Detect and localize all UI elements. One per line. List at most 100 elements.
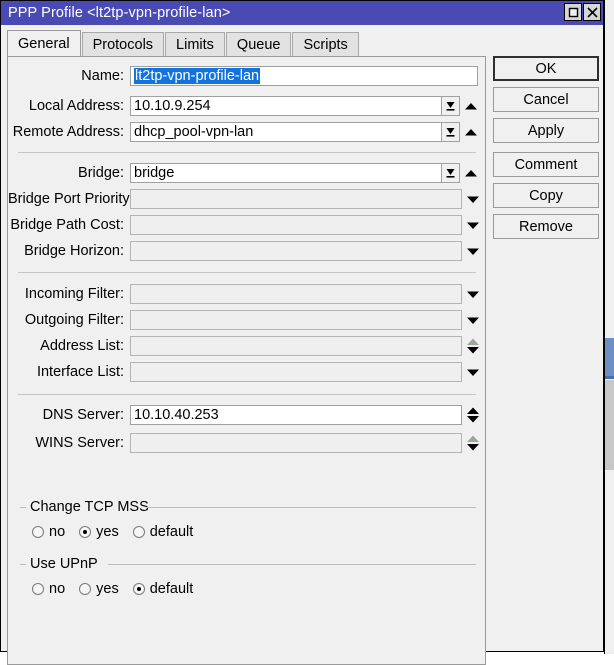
- radio-icon-no: [32, 526, 44, 538]
- background-window-accent-2: [605, 376, 614, 379]
- interface-list-dropdown-icon[interactable]: [462, 362, 484, 382]
- radio-icon-upnp-default: [133, 583, 145, 595]
- dialog-client-area: General Protocols Limits Queue Scripts N…: [1, 25, 603, 651]
- label-remote-address: Remote Address:: [8, 124, 130, 140]
- cancel-button[interactable]: Cancel: [493, 87, 599, 112]
- label-interface-list: Interface List:: [8, 364, 130, 380]
- radio-icon-upnp-no: [32, 583, 44, 595]
- upnp-option-yes[interactable]: yes: [79, 581, 119, 597]
- separator-1: [18, 152, 476, 153]
- comment-button[interactable]: Comment: [493, 152, 599, 177]
- local-address-input[interactable]: 10.10.9.254: [130, 96, 442, 116]
- tcp-mss-option-default[interactable]: default: [133, 524, 194, 540]
- bridge-port-priority-dropdown-icon[interactable]: [462, 189, 484, 209]
- remote-address-dropdown-icon[interactable]: [442, 122, 460, 142]
- dns-server-stepper-icon[interactable]: [462, 405, 484, 425]
- row-bridge-horizon: Bridge Horizon:: [8, 240, 484, 262]
- label-bridge: Bridge:: [8, 165, 130, 181]
- row-bridge-path-cost: Bridge Path Cost:: [8, 214, 484, 236]
- general-tab-panel: Name: lt2tp-vpn-profile-lan Local Addres…: [7, 56, 486, 665]
- row-dns-server: DNS Server: 10.10.40.253: [8, 404, 484, 426]
- apply-button[interactable]: Apply: [493, 118, 599, 143]
- radio-icon-default: [133, 526, 145, 538]
- label-local-address: Local Address:: [8, 98, 130, 114]
- upnp-option-yes-label: yes: [96, 581, 119, 597]
- radio-icon-upnp-yes: [79, 583, 91, 595]
- incoming-filter-input[interactable]: [130, 284, 462, 304]
- bridge-path-cost-dropdown-icon[interactable]: [462, 215, 484, 235]
- radio-icon-yes: [79, 526, 91, 538]
- label-bridge-port-priority: Bridge Port Priority:: [8, 191, 130, 207]
- tab-bar: General Protocols Limits Queue Scripts: [7, 30, 360, 57]
- window-controls: [564, 3, 601, 21]
- dialog-button-column: OK Cancel Apply Comment Copy Remove: [493, 56, 599, 245]
- row-wins-server: WINS Server:: [8, 432, 484, 454]
- ppp-profile-dialog: PPP Profile <lt2tp-vpn-profile-lan> Gene…: [0, 0, 604, 652]
- row-interface-list: Interface List:: [8, 361, 484, 383]
- remote-address-input[interactable]: dhcp_pool-vpn-lan: [130, 122, 442, 142]
- row-address-list: Address List:: [8, 335, 484, 357]
- row-outgoing-filter: Outgoing Filter:: [8, 309, 484, 331]
- row-local-address: Local Address: 10.10.9.254: [8, 95, 482, 117]
- interface-list-input[interactable]: [130, 362, 462, 382]
- tcp-mss-option-no[interactable]: no: [32, 524, 65, 540]
- remote-address-expand-icon[interactable]: [460, 122, 482, 142]
- bridge-dropdown-icon[interactable]: [442, 163, 460, 183]
- label-bridge-horizon: Bridge Horizon:: [8, 243, 130, 259]
- name-input[interactable]: lt2tp-vpn-profile-lan: [130, 66, 478, 86]
- upnp-group-line: [108, 564, 476, 565]
- name-input-value: lt2tp-vpn-profile-lan: [134, 68, 260, 84]
- tab-queue[interactable]: Queue: [226, 32, 292, 57]
- window-title: PPP Profile <lt2tp-vpn-profile-lan>: [8, 5, 230, 21]
- background-window-panel: [605, 380, 614, 470]
- bridge-input[interactable]: bridge: [130, 163, 442, 183]
- upnp-option-no-label: no: [49, 581, 65, 597]
- wins-server-input[interactable]: [130, 433, 462, 453]
- tab-general[interactable]: General: [7, 30, 81, 57]
- tab-limits[interactable]: Limits: [165, 32, 225, 57]
- tcp-mss-option-no-label: no: [49, 524, 65, 540]
- outgoing-filter-input[interactable]: [130, 310, 462, 330]
- tcp-mss-group-line: [146, 507, 476, 508]
- background-window-edge: [604, 0, 605, 657]
- tcp-mss-option-default-label: default: [150, 524, 194, 540]
- ok-button[interactable]: OK: [493, 56, 599, 81]
- row-remote-address: Remote Address: dhcp_pool-vpn-lan: [8, 121, 482, 143]
- label-dns-server: DNS Server:: [8, 407, 130, 423]
- tcp-mss-radio-group: no yes default: [32, 524, 207, 540]
- tcp-mss-group-title: Change TCP MSS: [26, 499, 153, 515]
- upnp-option-no[interactable]: no: [32, 581, 65, 597]
- local-address-dropdown-icon[interactable]: [442, 96, 460, 116]
- address-list-input[interactable]: [130, 336, 462, 356]
- row-bridge-port-priority: Bridge Port Priority:: [8, 188, 484, 210]
- bridge-expand-icon[interactable]: [460, 163, 482, 183]
- label-outgoing-filter: Outgoing Filter:: [8, 312, 130, 328]
- wins-server-stepper-icon[interactable]: [462, 433, 484, 453]
- maximize-icon[interactable]: [564, 3, 582, 21]
- remove-button[interactable]: Remove: [493, 214, 599, 239]
- tab-scripts[interactable]: Scripts: [292, 32, 358, 57]
- close-icon[interactable]: [583, 3, 601, 21]
- row-name: Name: lt2tp-vpn-profile-lan: [8, 65, 478, 87]
- bridge-horizon-dropdown-icon[interactable]: [462, 241, 484, 261]
- background-window-accent: [605, 338, 614, 376]
- upnp-option-default[interactable]: default: [133, 581, 194, 597]
- dns-server-input[interactable]: 10.10.40.253: [130, 405, 462, 425]
- incoming-filter-dropdown-icon[interactable]: [462, 284, 484, 304]
- separator-3: [18, 394, 476, 395]
- bridge-port-priority-input[interactable]: [130, 189, 462, 209]
- outgoing-filter-dropdown-icon[interactable]: [462, 310, 484, 330]
- copy-button[interactable]: Copy: [493, 183, 599, 208]
- bridge-horizon-input[interactable]: [130, 241, 462, 261]
- title-bar[interactable]: PPP Profile <lt2tp-vpn-profile-lan>: [1, 1, 603, 25]
- label-name: Name:: [8, 68, 130, 84]
- local-address-expand-icon[interactable]: [460, 96, 482, 116]
- bridge-path-cost-input[interactable]: [130, 215, 462, 235]
- upnp-option-default-label: default: [150, 581, 194, 597]
- label-incoming-filter: Incoming Filter:: [8, 286, 130, 302]
- tcp-mss-option-yes[interactable]: yes: [79, 524, 119, 540]
- address-list-stepper-icon[interactable]: [462, 336, 484, 356]
- background-window-fill: [605, 0, 614, 657]
- label-wins-server: WINS Server:: [8, 435, 130, 451]
- tab-protocols[interactable]: Protocols: [82, 32, 164, 57]
